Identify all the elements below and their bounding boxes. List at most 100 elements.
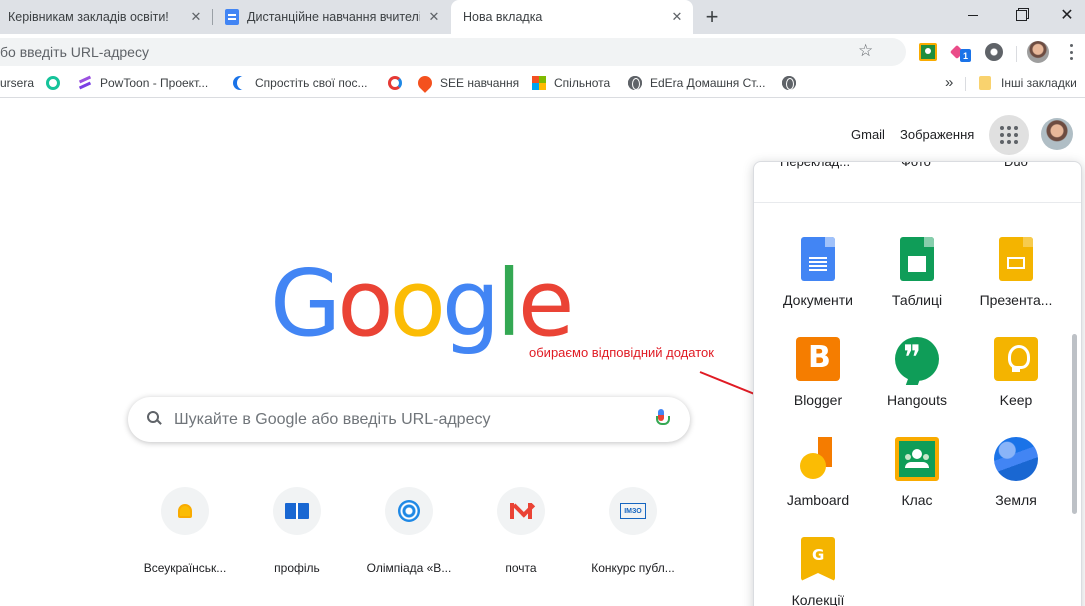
grammarly-icon — [46, 76, 60, 90]
bookmark-coursera[interactable]: ursera — [0, 76, 34, 90]
shortcut-vseukrainsk[interactable]: Всеукраїнськ... — [129, 487, 241, 575]
shortcut-profil[interactable]: профіль — [241, 487, 353, 575]
app-blogger[interactable]: Blogger — [769, 337, 867, 408]
imzo-icon: ІМЗО — [620, 503, 646, 519]
bookmark-label: ursera — [0, 76, 35, 90]
folder-icon — [979, 76, 991, 90]
logo-letter: g — [441, 250, 500, 357]
close-icon[interactable]: ✕ — [669, 9, 685, 25]
address-bar[interactable]: бо введіть URL-адресу ☆ — [0, 38, 906, 66]
classroom-extension-icon[interactable] — [919, 43, 937, 61]
app-label: Jamboard — [786, 492, 850, 508]
app-keep[interactable]: Keep — [967, 337, 1065, 408]
search-input[interactable] — [174, 397, 644, 442]
app-label-photos[interactable]: Фото — [901, 162, 931, 169]
shortcut-konkurs[interactable]: ІМЗО Конкурс публ... — [577, 487, 689, 575]
tab-title: Керівникам закладів освіти! — [8, 10, 169, 24]
microphone-icon[interactable] — [655, 409, 670, 431]
classroom-icon — [895, 437, 939, 481]
search-box[interactable] — [128, 397, 690, 442]
app-label: Презента... — [979, 292, 1053, 308]
app-sheets[interactable]: Таблиці — [868, 237, 966, 308]
bookmark-see[interactable]: SEE навчання — [415, 73, 519, 93]
maximize-icon[interactable] — [998, 0, 1044, 30]
app-classroom[interactable]: Клас — [868, 437, 966, 508]
see-icon — [415, 73, 435, 93]
bell-icon — [178, 504, 192, 518]
extension-badge: 1 — [960, 49, 971, 62]
app-earth[interactable]: Земля — [967, 437, 1065, 508]
images-link[interactable]: Зображення — [900, 127, 974, 142]
bookmark-spilnota[interactable]: Спільнота — [532, 76, 610, 90]
bookmark-label: Спільнота — [554, 76, 611, 90]
app-slides[interactable]: Презента... — [967, 237, 1065, 308]
tab-title: Дистанційне навчання вчителів — [247, 10, 420, 24]
shortcut-label: Всеукраїнськ... — [143, 561, 227, 575]
logo-letter: o — [389, 250, 446, 357]
bookmark-label: Інші закладки — [1001, 76, 1077, 90]
bookmark-star-icon[interactable]: ☆ — [858, 41, 873, 61]
sync-icon — [388, 76, 402, 90]
app-label-duo[interactable]: Duo — [1004, 162, 1028, 169]
browser-menu-icon[interactable] — [1062, 43, 1080, 61]
app-label: Колекції — [791, 592, 845, 606]
logo-letter: o — [337, 250, 393, 357]
toolbar: бо введіть URL-адресу ☆ 1 — [0, 34, 1085, 70]
bookmark-label: Спростіть свої пос... — [255, 76, 368, 90]
app-label: Клас — [901, 492, 933, 508]
bookmark-globe[interactable] — [782, 76, 804, 90]
google-apps-button[interactable] — [989, 115, 1029, 155]
bookmark-sprostit[interactable]: Спростіть свої пос... — [233, 76, 368, 90]
profile-avatar-icon[interactable] — [1027, 41, 1049, 63]
tab-nova-vkladka[interactable]: Нова вкладка ✕ — [451, 0, 693, 34]
app-label: Документи — [783, 292, 853, 308]
more-bookmarks-icon[interactable]: » — [945, 74, 953, 91]
slides-icon — [999, 237, 1033, 281]
tab-kerivnykam[interactable]: Керівникам закладів освіти! ✕ — [0, 0, 212, 34]
screencastify-extension-icon[interactable]: 1 — [952, 43, 971, 62]
shortcut-tile: ІМЗО — [609, 487, 657, 535]
close-icon[interactable]: ✕ — [426, 9, 442, 25]
keep-icon — [994, 337, 1038, 381]
shortcut-label: почта — [505, 561, 537, 575]
shortcut-label: профіль — [274, 561, 320, 575]
apps-divider — [754, 202, 1081, 203]
shortcut-tile — [161, 487, 209, 535]
app-docs[interactable]: Документи — [769, 237, 867, 308]
app-label: Таблиці — [891, 292, 943, 308]
tab-title: Нова вкладка — [463, 10, 543, 24]
apps-scrollbar[interactable] — [1072, 334, 1077, 514]
window-close-icon[interactable]: ✕ — [1044, 0, 1085, 30]
book-icon — [285, 503, 309, 519]
app-label-translate[interactable]: Переклад... — [780, 162, 850, 169]
new-tab-button[interactable]: + — [700, 4, 724, 29]
account-avatar[interactable] — [1041, 118, 1073, 150]
logo-letter: l — [496, 250, 521, 357]
bookmarks-divider — [965, 77, 966, 91]
bookmark-grammarly[interactable] — [46, 76, 68, 90]
record-extension-icon[interactable] — [985, 43, 1003, 61]
minimize-icon[interactable] — [950, 0, 996, 30]
shortcut-olimpiada[interactable]: Олімпіада «В... — [353, 487, 465, 575]
app-hangouts[interactable]: Hangouts — [868, 337, 966, 408]
sheets-icon — [900, 237, 934, 281]
bookmark-powtoon[interactable]: PowToon - Проект... — [78, 76, 208, 90]
google-logo: Google — [270, 250, 574, 357]
close-icon[interactable]: ✕ — [188, 9, 204, 25]
app-collections[interactable]: Колекції — [769, 537, 867, 606]
address-bar-text: бо введіть URL-адресу — [0, 44, 149, 60]
app-label: Blogger — [793, 392, 843, 408]
shortcut-pochta[interactable]: почта — [465, 487, 577, 575]
app-jamboard[interactable]: Jamboard — [769, 437, 867, 508]
tab-strip: Керівникам закладів освіти! ✕ Дистанційн… — [0, 0, 1085, 34]
bookmark-edera[interactable]: EdEra Домашня Ст... — [628, 76, 765, 90]
microsoft-icon — [532, 76, 546, 90]
shortcut-tile — [497, 487, 545, 535]
bookmark-label: PowToon - Проект... — [100, 76, 209, 90]
other-bookmarks-folder[interactable]: Інші закладки — [979, 76, 1077, 90]
gmail-link[interactable]: Gmail — [851, 127, 885, 142]
globe-icon — [782, 76, 796, 90]
bookmark-sync[interactable] — [388, 76, 410, 90]
earth-icon — [994, 437, 1038, 481]
tab-dystantsiine[interactable]: Дистанційне навчання вчителів ✕ — [213, 0, 450, 34]
